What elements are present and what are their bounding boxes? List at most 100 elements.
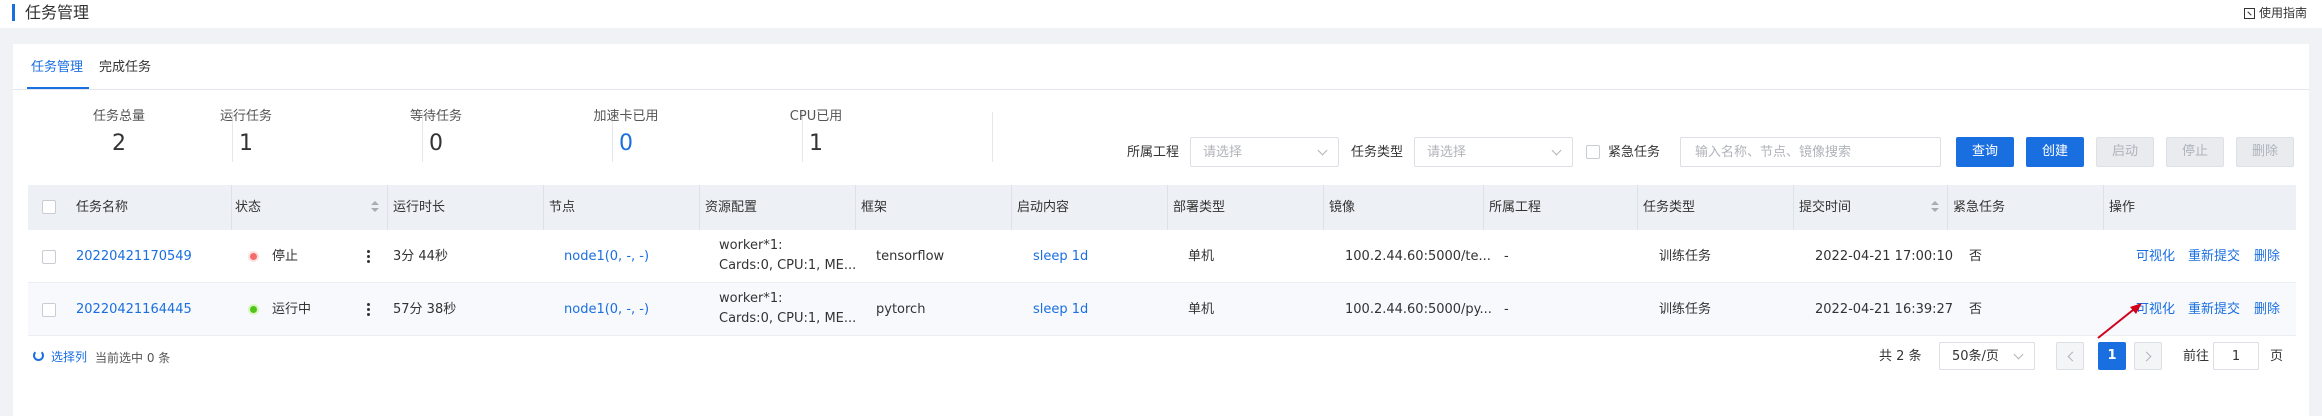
tab-task-management[interactable]: 任务管理 bbox=[31, 59, 83, 77]
delete-action[interactable]: 删除 bbox=[2254, 301, 2280, 318]
tab-completed-tasks[interactable]: 完成任务 bbox=[99, 59, 151, 77]
image-cell: 100.2.44.60:5000/py... bbox=[1345, 302, 1492, 317]
urgent-checkbox[interactable] bbox=[1586, 145, 1600, 159]
column-header: 节点 bbox=[549, 200, 576, 215]
next-page-button[interactable] bbox=[2134, 342, 2162, 370]
deploy-type-cell: 单机 bbox=[1188, 249, 1215, 264]
stop-button[interactable]: 停止 bbox=[2166, 137, 2224, 167]
column-separator bbox=[1167, 185, 1168, 230]
type-select-placeholder: 请选择 bbox=[1427, 145, 1467, 160]
column-header: 部署类型 bbox=[1173, 200, 1226, 215]
project-select[interactable]: 请选择 bbox=[1190, 137, 1339, 167]
row-checkbox[interactable] bbox=[42, 303, 56, 317]
stat-label: CPU已用 bbox=[789, 109, 843, 124]
page-1-button[interactable]: 1 bbox=[2098, 342, 2126, 370]
table-footer: 选择列 当前选中 0 条 共 2 条 50条/页 1 前往 页 bbox=[13, 342, 2309, 374]
project-filter-label: 所属工程 bbox=[1127, 145, 1180, 160]
column-header: 状态 bbox=[235, 200, 262, 215]
create-button[interactable]: 创建 bbox=[2026, 137, 2084, 167]
total-count: 共 2 条 bbox=[1879, 349, 1922, 364]
resubmit-action[interactable]: 重新提交 bbox=[2188, 301, 2240, 318]
main-card: 任务管理 完成任务 任务总量 2 运行任务 1 等待任务 0 加速卡已用 0 C… bbox=[13, 44, 2309, 416]
column-header: 镜像 bbox=[1329, 200, 1356, 215]
stat-label: 等待任务 bbox=[409, 109, 462, 124]
refresh-icon[interactable] bbox=[33, 350, 44, 361]
column-header: 任务名称 bbox=[76, 200, 129, 215]
resource-config-cell: worker*1: Cards:0, CPU:1, ME... bbox=[719, 236, 856, 276]
chevron-left-icon bbox=[2067, 351, 2078, 362]
goto-page-field[interactable] bbox=[2214, 343, 2258, 369]
sort-icon[interactable] bbox=[1931, 201, 1939, 213]
page-size-value: 50条/页 bbox=[1952, 349, 1999, 364]
title-accent-bar bbox=[12, 4, 15, 21]
node-link[interactable]: node1(0, -, -) bbox=[564, 301, 649, 318]
status-stopped-dot bbox=[250, 253, 257, 260]
chevron-down-icon bbox=[2013, 349, 2024, 360]
select-columns-link[interactable]: 选择列 bbox=[51, 348, 87, 366]
chevron-right-icon bbox=[2141, 351, 2152, 362]
urgent-cell: 否 bbox=[1969, 249, 1983, 264]
guide-icon bbox=[2243, 7, 2255, 19]
start-content-link[interactable]: sleep 1d bbox=[1033, 248, 1088, 265]
task-name-link[interactable]: 20220421170549 bbox=[76, 248, 192, 265]
task-name-link[interactable]: 20220421164445 bbox=[76, 301, 192, 318]
node-link[interactable]: node1(0, -, -) bbox=[564, 248, 649, 265]
column-header: 提交时间 bbox=[1799, 200, 1852, 215]
image-cell: 100.2.44.60:5000/te... bbox=[1345, 249, 1491, 264]
annotation-arrow-icon bbox=[2097, 303, 2142, 339]
visualize-action[interactable]: 可视化 bbox=[2136, 248, 2175, 265]
resource-config-cell: worker*1: Cards:0, CPU:1, ME... bbox=[719, 289, 856, 329]
column-separator bbox=[2103, 185, 2104, 230]
search-input[interactable] bbox=[1680, 137, 1941, 167]
usage-guide-link[interactable]: 使用指南 bbox=[2243, 4, 2307, 22]
active-tab-indicator bbox=[27, 87, 89, 89]
guide-label: 使用指南 bbox=[2258, 6, 2307, 20]
table-row: 20220421170549 停止 3分 44秒 node1(0, -, -) … bbox=[28, 230, 2296, 283]
status-text: 运行中 bbox=[272, 302, 312, 317]
project-cell: - bbox=[1504, 302, 1509, 317]
column-header: 任务类型 bbox=[1643, 200, 1696, 215]
column-separator bbox=[855, 185, 856, 230]
status-text: 停止 bbox=[272, 249, 299, 264]
column-separator bbox=[1793, 185, 1794, 230]
task-type-select[interactable]: 请选择 bbox=[1414, 137, 1573, 167]
selected-count: 当前选中 0 条 bbox=[95, 351, 171, 365]
type-filter-label: 任务类型 bbox=[1351, 145, 1404, 160]
page-size-select[interactable]: 50条/页 bbox=[1939, 342, 2035, 370]
delete-action[interactable]: 删除 bbox=[2254, 248, 2280, 265]
column-header: 启动内容 bbox=[1017, 200, 1070, 215]
column-separator bbox=[387, 185, 388, 230]
goto-page-input[interactable] bbox=[2213, 342, 2259, 370]
framework-cell: pytorch bbox=[876, 302, 926, 317]
column-separator bbox=[1011, 185, 1012, 230]
resource-line: Cards:0, CPU:1, ME... bbox=[719, 311, 857, 326]
prev-page-button[interactable] bbox=[2056, 342, 2084, 370]
project-cell: - bbox=[1504, 249, 1509, 264]
column-separator bbox=[1947, 185, 1948, 230]
duration-cell: 57分 38秒 bbox=[393, 302, 457, 317]
query-button[interactable]: 查询 bbox=[1956, 137, 2014, 167]
start-button[interactable]: 启动 bbox=[2096, 137, 2154, 167]
search-input-field[interactable] bbox=[1681, 138, 1940, 166]
column-separator bbox=[543, 185, 544, 230]
chevron-down-icon bbox=[1551, 145, 1562, 156]
column-separator bbox=[1637, 185, 1638, 230]
duration-cell: 3分 44秒 bbox=[393, 249, 448, 264]
more-actions-icon[interactable] bbox=[367, 250, 370, 263]
deploy-type-cell: 单机 bbox=[1188, 302, 1215, 317]
sort-icon[interactable] bbox=[371, 201, 379, 213]
table-header: 任务名称 状态 运行时长 节点 资源配置 框架 启动内容 部署类型 镜像 所属工… bbox=[28, 185, 2296, 230]
more-actions-icon[interactable] bbox=[367, 303, 370, 316]
start-content-link[interactable]: sleep 1d bbox=[1033, 301, 1088, 318]
framework-cell: tensorflow bbox=[876, 249, 945, 264]
task-type-cell: 训练任务 bbox=[1659, 249, 1712, 264]
select-all-checkbox[interactable] bbox=[42, 200, 56, 214]
resubmit-action[interactable]: 重新提交 bbox=[2188, 248, 2240, 265]
column-header: 框架 bbox=[861, 200, 888, 215]
row-checkbox[interactable] bbox=[42, 250, 56, 264]
column-header: 资源配置 bbox=[705, 200, 758, 215]
project-select-placeholder: 请选择 bbox=[1203, 145, 1243, 160]
submit-time-cell: 2022-04-21 17:00:10 bbox=[1815, 249, 1954, 264]
column-separator bbox=[699, 185, 700, 230]
delete-button[interactable]: 删除 bbox=[2236, 137, 2294, 167]
